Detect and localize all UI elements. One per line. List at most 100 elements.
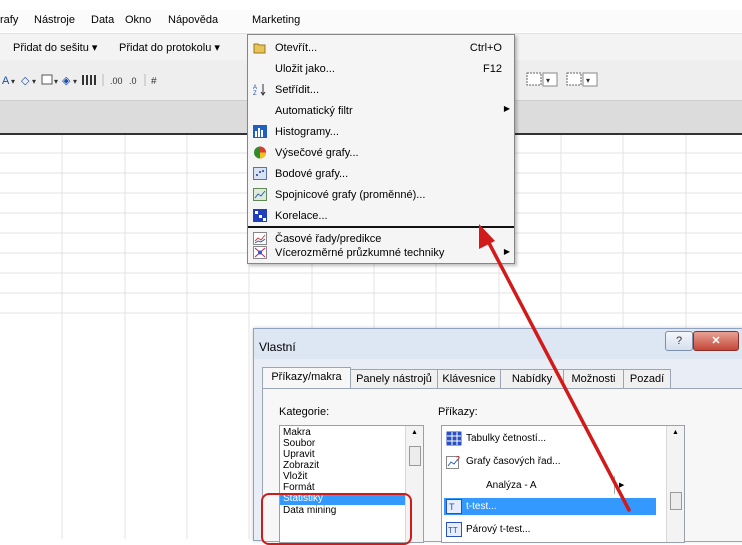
- list-item[interactable]: Formát: [283, 482, 315, 493]
- menu-item-label: Korelace...: [275, 210, 328, 222]
- svg-text:?: ?: [456, 456, 460, 463]
- menu-item-label: Vícerozměrné průzkumné techniky: [275, 247, 445, 259]
- scroll-thumb[interactable]: [670, 492, 682, 510]
- commands-listbox[interactable]: Tabulky četností... ? Grafy časových řad…: [441, 425, 685, 543]
- pie-chart-icon: [254, 146, 266, 159]
- scroll-thumb[interactable]: [409, 446, 421, 466]
- help-button[interactable]: ?: [665, 331, 693, 351]
- list-item[interactable]: Zobrazit: [283, 460, 319, 471]
- svg-text:#: #: [151, 76, 157, 87]
- menu-item-save-as[interactable]: Uložit jako... F12: [248, 59, 514, 79]
- multivariate-icon: [253, 246, 267, 259]
- command-item[interactable]: ? Grafy časových řad...: [446, 454, 670, 470]
- list-item[interactable]: Makra: [283, 427, 311, 438]
- menu-item-label: Spojnicové grafy (proměnné)...: [275, 189, 426, 201]
- menu-item-line-charts[interactable]: Spojnicové grafy (proměnné)...: [248, 185, 514, 205]
- submenu-arrow-icon: ▶: [503, 247, 510, 256]
- time-series-icon: [253, 232, 267, 245]
- category-label: Kategorie:: [279, 406, 330, 418]
- menu-item-label: Časové řady/predikce: [275, 233, 382, 245]
- command-label: Grafy časových řad...: [466, 456, 561, 467]
- dialog-title: Vlastní: [259, 340, 296, 354]
- close-button[interactable]: ✕: [693, 331, 739, 351]
- menu-item-label: Setřídit...: [275, 84, 320, 96]
- border-dropdowns-icon[interactable]: ▾ ▾: [515, 71, 635, 89]
- command-item[interactable]: Analýza - A ▶: [446, 476, 670, 494]
- menubar: rafy Nástroje Data Okno Nápověda Marketi…: [0, 10, 742, 32]
- command-label: t-test...: [466, 501, 497, 512]
- menu-item-label: Histogramy...: [275, 126, 339, 138]
- tab-background[interactable]: Pozadí: [623, 369, 671, 389]
- histogram-icon: [253, 125, 267, 138]
- format-tools-icon[interactable]: A ▾ ◇ ▾ ▾ ◈ ▾ .00 .0 #: [2, 72, 162, 88]
- tab-keyboard[interactable]: Klávesnice: [437, 369, 501, 389]
- svg-text:◈: ◈: [62, 75, 71, 87]
- tab-menus[interactable]: Nabídky: [500, 369, 564, 389]
- sort-az-icon: AZ: [253, 84, 266, 96]
- svg-text:◇: ◇: [21, 75, 30, 87]
- customize-dialog: Vlastní ? ✕ Příkazy/makra Panely nástroj…: [253, 328, 742, 545]
- add-to-workbook-button[interactable]: Přidat do sešitu ▾: [13, 41, 97, 54]
- svg-text:▾: ▾: [546, 76, 550, 85]
- commands-scrollbar[interactable]: ▲: [666, 426, 684, 542]
- menu-item-multivariate[interactable]: Vícerozměrné průzkumné techniky ▶: [248, 245, 514, 263]
- menu-data[interactable]: Data: [91, 14, 114, 26]
- menu-item-pie-charts[interactable]: Výsečové grafy...: [248, 143, 514, 163]
- menu-item-histograms[interactable]: Histogramy...: [248, 122, 514, 142]
- list-item[interactable]: Upravit: [283, 449, 315, 460]
- annotation-underline: [248, 226, 514, 228]
- menu-nastroje[interactable]: Nástroje: [34, 14, 75, 26]
- tab-panel: Kategorie: Příkazy: Makra Soubor Upravit…: [261, 388, 742, 545]
- svg-text:▾: ▾: [586, 76, 590, 85]
- command-item[interactable]: Tabulky četností...: [446, 431, 670, 447]
- svg-text:TT: TT: [448, 526, 458, 535]
- menu-okno[interactable]: Okno: [125, 14, 151, 26]
- menu-item-label: Bodové grafy...: [275, 168, 349, 180]
- menu-marketing[interactable]: Marketing: [252, 14, 300, 26]
- commands-label: Příkazy:: [438, 406, 478, 418]
- scroll-up-icon[interactable]: ▲: [411, 429, 418, 436]
- time-series-chart-icon: ?: [446, 456, 460, 469]
- add-to-report-button[interactable]: Přidat do protokolu ▾: [119, 41, 220, 54]
- menu-item-open[interactable]: Otevřít... Ctrl+O: [248, 38, 514, 58]
- menu-item-shortcut: Ctrl+O: [469, 42, 502, 54]
- command-label: Tabulky četností...: [466, 433, 547, 444]
- command-label: Párový t-test...: [466, 524, 531, 535]
- menu-item-correlation[interactable]: Korelace...: [248, 206, 514, 226]
- svg-text:▾: ▾: [54, 77, 58, 86]
- menu-item-sort[interactable]: AZ Setřídit...: [248, 80, 514, 100]
- menu-item-label: Výsečové grafy...: [275, 147, 359, 159]
- scroll-up-icon[interactable]: ▲: [672, 429, 679, 436]
- list-item[interactable]: Vložit: [283, 471, 307, 482]
- menu-napoveda[interactable]: Nápověda: [168, 14, 218, 26]
- list-item[interactable]: Soubor: [283, 438, 315, 449]
- open-folder-icon: [253, 43, 266, 54]
- menu-item-label: Otevřít...: [275, 42, 318, 54]
- menu-grafy[interactable]: rafy: [0, 14, 18, 26]
- command-item-selected[interactable]: T t-test...: [446, 499, 670, 515]
- submenu-arrow-icon: ▶: [619, 482, 625, 489]
- command-item[interactable]: TT Párový t-test...: [446, 522, 670, 538]
- dialog-titlebar[interactable]: Vlastní ? ✕: [254, 329, 742, 359]
- svg-text:A: A: [2, 75, 10, 87]
- menu-item-label: Automatický filtr: [275, 105, 353, 117]
- svg-text:.00: .00: [110, 76, 123, 86]
- annotation-highlight-box: [261, 493, 412, 545]
- file-context-menu: Otevřít... Ctrl+O Uložit jako... F12 AZ …: [247, 34, 515, 264]
- line-chart-icon: [253, 188, 267, 201]
- tab-toolbars[interactable]: Panely nástrojů: [350, 369, 438, 389]
- tab-commands-macros[interactable]: Příkazy/makra: [262, 367, 351, 389]
- command-label: Analýza - A: [486, 480, 537, 491]
- menu-item-autofilter[interactable]: Automatický filtr ▶: [248, 101, 514, 121]
- paired-t-test-icon: TT: [446, 522, 462, 537]
- svg-text:T: T: [449, 502, 455, 512]
- t-test-icon: T: [446, 499, 462, 514]
- scatter-chart-icon: [253, 167, 267, 180]
- svg-text:▾: ▾: [11, 77, 15, 86]
- submenu-arrow-icon: ▶: [503, 104, 510, 113]
- svg-text:Z: Z: [253, 91, 257, 96]
- menu-item-scatter-charts[interactable]: Bodové grafy...: [248, 164, 514, 184]
- frequency-table-icon: [446, 431, 462, 446]
- tab-options[interactable]: Možnosti: [563, 369, 624, 389]
- menu-item-shortcut: F12: [483, 63, 502, 75]
